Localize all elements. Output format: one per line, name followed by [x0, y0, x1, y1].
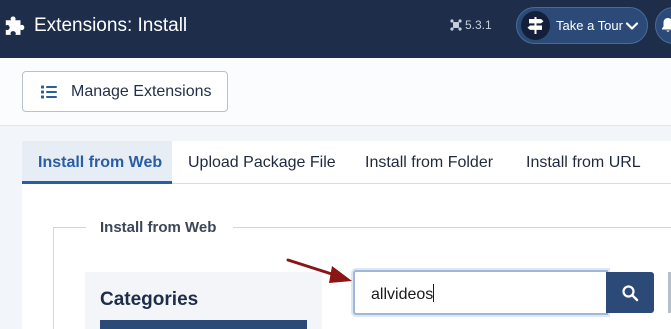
- bell-icon: [662, 18, 671, 32]
- install-tabs: Install from Web Upload Package File Ins…: [22, 141, 671, 184]
- notifications-button[interactable]: [655, 7, 671, 44]
- manage-extensions-label: Manage Extensions: [71, 83, 212, 100]
- annotation-arrow-icon: [286, 258, 352, 283]
- fieldset-border: [233, 227, 671, 228]
- fieldset-legend: Install from Web: [100, 219, 217, 236]
- fieldset-border: [53, 227, 54, 329]
- tab-install-from-url[interactable]: Install from URL: [526, 141, 641, 184]
- page-title: Extensions: Install: [34, 15, 188, 36]
- manage-extensions-button[interactable]: Manage Extensions: [22, 71, 228, 112]
- app-header: Extensions: Install 5.3.1 Take a Tour: [0, 0, 671, 58]
- version-label: 5.3.1: [465, 18, 492, 32]
- tab-install-from-folder[interactable]: Install from Folder: [365, 141, 493, 184]
- search-button[interactable]: [606, 272, 654, 313]
- category-item-selected[interactable]: [100, 320, 307, 329]
- search-input-value: allvideos: [371, 284, 435, 303]
- tab-upload-package-file[interactable]: Upload Package File: [188, 141, 336, 184]
- take-a-tour-button[interactable]: Take a Tour: [516, 7, 648, 44]
- text-caret: [433, 284, 435, 302]
- chevron-down-icon: [625, 22, 639, 30]
- search-icon: [622, 285, 639, 302]
- categories-title: Categories: [100, 289, 199, 310]
- toolbar: Manage Extensions: [0, 58, 671, 126]
- list-icon: [41, 85, 57, 99]
- signpost-icon: [521, 11, 550, 40]
- joomla-icon: [450, 19, 462, 31]
- search-input[interactable]: allvideos: [353, 270, 608, 315]
- tab-install-from-web[interactable]: Install from Web: [22, 141, 172, 184]
- puzzle-icon: [5, 16, 25, 35]
- take-a-tour-label: Take a Tour: [556, 18, 623, 33]
- fieldset-border: [53, 227, 86, 228]
